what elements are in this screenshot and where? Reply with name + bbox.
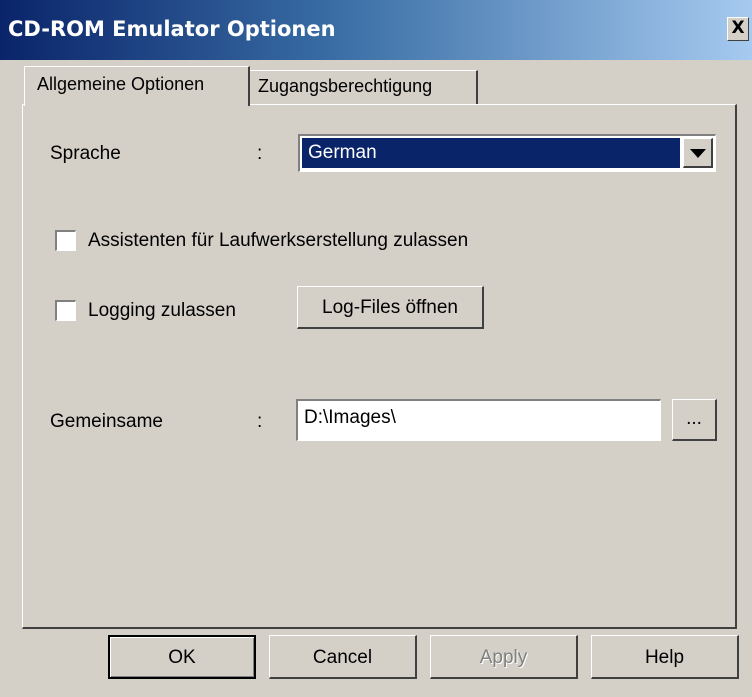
language-dropdown-button[interactable] <box>683 138 713 168</box>
language-selected-value: German <box>302 138 680 168</box>
open-log-files-button[interactable]: Log-Files öffnen <box>297 286 484 329</box>
language-label: Sprache <box>50 143 121 164</box>
wizard-checkbox[interactable] <box>55 230 76 251</box>
apply-label: Apply <box>479 647 528 668</box>
tab-zugangsberechtigung[interactable]: Zugangsberechtigung <box>249 70 478 104</box>
tab-allgemeine-optionen[interactable]: Allgemeine Optionen <box>24 66 250 106</box>
tab-panel <box>22 104 737 629</box>
close-icon: X <box>731 18 745 38</box>
open-log-files-label: Log-Files öffnen <box>322 297 458 318</box>
ok-label: OK <box>168 647 196 668</box>
cancel-label: Cancel <box>312 647 373 668</box>
title-bar[interactable]: CD-ROM Emulator Optionen X <box>0 0 752 60</box>
browse-button[interactable]: ... <box>672 399 717 441</box>
apply-button[interactable]: Apply <box>430 635 578 679</box>
wizard-checkbox-label[interactable]: Assistenten für Laufwerkserstellung zula… <box>88 230 468 252</box>
logging-checkbox[interactable] <box>55 300 76 321</box>
shared-folder-input[interactable]: D:\Images\ <box>296 399 661 441</box>
chevron-down-icon <box>690 149 706 158</box>
logging-checkbox-label[interactable]: Logging zulassen <box>88 300 236 322</box>
language-select[interactable]: German <box>298 134 716 172</box>
close-button[interactable]: X <box>727 17 749 41</box>
options-dialog: CD-ROM Emulator Optionen X Allgemeine Op… <box>0 0 752 697</box>
help-button[interactable]: Help <box>591 635 739 679</box>
tab-label: Allgemeine Optionen <box>37 74 205 94</box>
language-separator: : <box>257 143 263 164</box>
window-title: CD-ROM Emulator Optionen <box>8 17 336 41</box>
browse-icon: ... <box>686 408 702 429</box>
cancel-button[interactable]: Cancel <box>269 635 417 679</box>
tab-label: Zugangsberechtigung <box>258 76 433 96</box>
help-label: Help <box>644 647 685 668</box>
shared-folder-label: Gemeinsame <box>50 411 163 432</box>
ok-button[interactable]: OK <box>108 635 256 679</box>
shared-folder-separator: : <box>257 411 263 432</box>
